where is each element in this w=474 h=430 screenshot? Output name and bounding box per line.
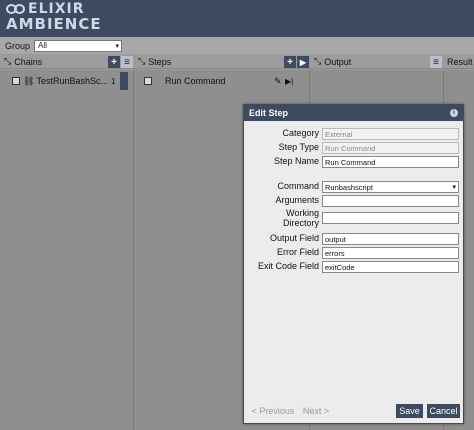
collapse-arrows-icon[interactable]: ⤡ [4,56,11,67]
chains-panel: ⛓ TestRunBashSc... 1 [0,70,134,430]
app-header: ELIXIR AMBIENCE [0,0,474,37]
category-field: External [322,128,459,140]
chevron-down-icon: ▾ [115,42,120,50]
output-field-label: Output Field [269,233,319,243]
chain-label: TestRunBashSc... [36,76,108,86]
results-panel-title: Result [447,56,473,67]
arguments-row: Arguments [244,195,463,209]
command-select[interactable]: Runbashscript ▾ [322,181,459,193]
step-checkbox[interactable] [144,77,152,85]
hamburger-icon: ≡ [124,56,130,68]
chevron-down-icon: ▾ [452,184,456,191]
output-panel-title: Output [324,56,352,67]
previous-button[interactable]: < Previous [249,404,297,418]
chain-list-item[interactable]: ⛓ TestRunBashSc... 1 [12,74,115,88]
add-step-button[interactable]: + [284,56,296,68]
logo-text-line2: AMBIENCE [6,15,102,33]
collapse-arrows-icon[interactable]: ⤡ [314,56,321,67]
working-directory-row: Working Directory [244,208,463,231]
arguments-input[interactable] [322,195,459,207]
next-button[interactable]: Next > [299,404,333,418]
plus-icon: + [111,56,117,68]
step-name-input[interactable]: Run Command [322,156,459,168]
command-select-value: Runbashscript [325,182,373,192]
category-row: Category External [244,128,463,142]
chain-count-badge: 1 [110,76,116,86]
error-field-input[interactable]: errors [322,247,459,259]
dialog-title: Edit Step [249,108,289,118]
working-directory-label-line2: Directory [282,217,319,228]
collapse-arrows-icon[interactable]: ⤡ [138,56,145,67]
logo-text-line1: ELIXIR [28,1,85,17]
group-filter-bar: Group All ▾ [0,37,474,54]
info-icon[interactable]: i [450,109,458,117]
chains-scrollbar[interactable] [120,72,128,90]
command-row: Command Runbashscript ▾ [244,181,463,195]
chains-panel-title: Chains [14,56,43,67]
working-directory-input[interactable] [322,212,459,224]
steps-panel-header: ⤡ Steps + ▶ [134,55,310,69]
dialog-title-bar: Edit Step i [244,105,463,121]
output-field-input[interactable]: output [322,233,459,245]
play-icon: ▶ [299,57,307,67]
link-icon: ⛓ [23,75,35,86]
output-panel-header: ⤡ Output ≡ [310,55,444,69]
step-label: Run Command [165,76,226,86]
chains-panel-header: ⤡ Chains + ≡ [0,55,133,69]
app-logo: ELIXIR AMBIENCE [6,2,102,32]
add-chain-button[interactable]: + [108,56,120,68]
skip-forward-icon[interactable]: ▶| [285,77,293,86]
error-field-label: Error Field [276,247,319,257]
command-label: Command [277,181,319,191]
arguments-label: Arguments [275,195,319,205]
steps-panel-title: Steps [148,56,172,67]
exit-code-field-label: Exit Code Field [257,261,319,271]
exit-code-field-input[interactable]: exitCode [322,261,459,273]
category-label: Category [282,128,319,138]
pencil-icon[interactable]: ✎ [274,76,282,87]
edit-step-dialog: Edit Step i Category External Step Type … [243,104,464,424]
step-list-item[interactable]: Run Command ✎ ▶| [144,74,304,88]
group-select[interactable]: All ▾ [34,39,123,52]
plus-icon: + [287,56,293,68]
working-directory-label: Working Directory [282,208,319,229]
group-label: Group [5,40,31,51]
results-panel-header: Result [444,55,474,69]
step-name-label: Step Name [273,156,319,166]
run-chain-button[interactable]: ▶ [297,56,309,68]
step-type-row: Step Type Run Command [244,142,463,156]
hamburger-icon: ≡ [433,56,439,68]
logo-infinity-icon [6,3,26,15]
chain-checkbox[interactable] [12,77,20,85]
output-field-row: Output Field output [244,233,463,247]
cancel-button[interactable]: Cancel [427,404,460,418]
step-name-row: Step Name Run Command [244,156,463,170]
group-select-value: All [38,41,47,50]
step-type-label: Step Type [278,142,319,152]
save-button[interactable]: Save [396,404,423,418]
step-type-field: Run Command [322,142,459,154]
chains-menu-button[interactable]: ≡ [121,56,133,68]
output-menu-button[interactable]: ≡ [430,56,442,68]
error-field-row: Error Field errors [244,247,463,261]
exit-code-field-row: Exit Code Field exitCode [244,261,463,275]
